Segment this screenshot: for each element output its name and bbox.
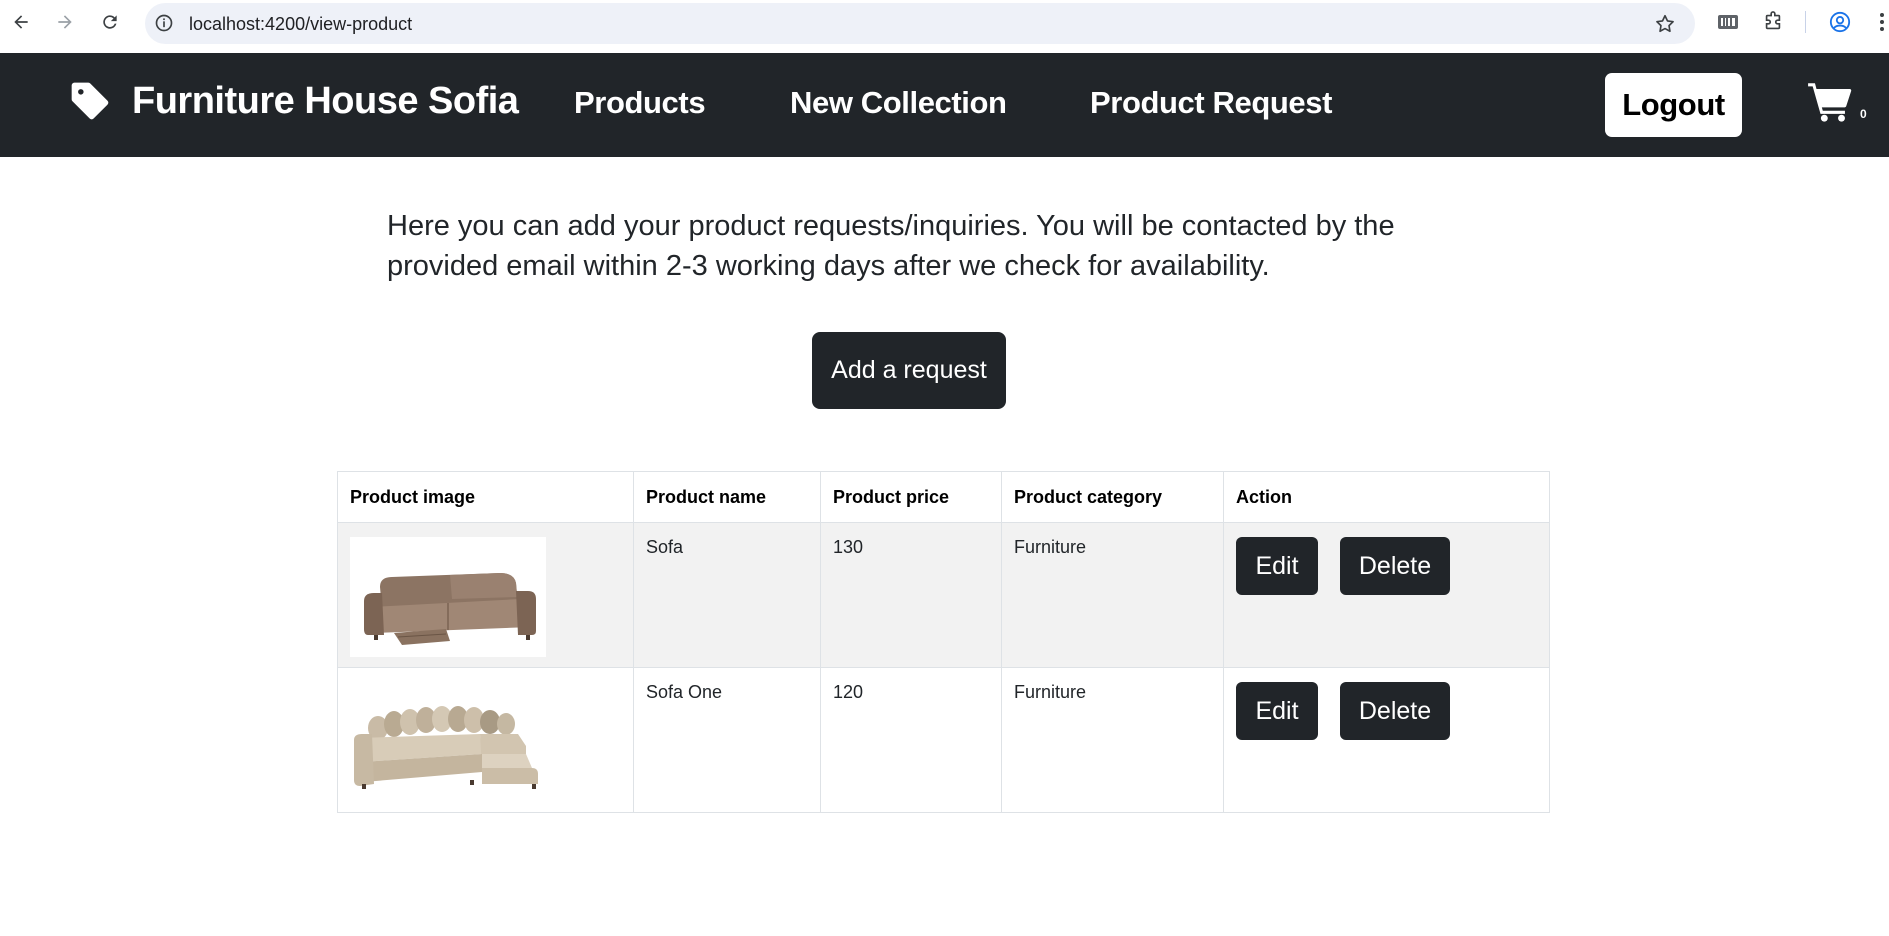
logout-button[interactable]: Logout (1605, 73, 1742, 137)
header-product-category: Product category (1001, 471, 1224, 523)
back-arrow-icon (14, 15, 28, 29)
browser-menu-icon[interactable] (1875, 11, 1889, 33)
cart-count: 0 (1860, 107, 1867, 121)
table-row: Sofa 130 Furniture Edit Delete (337, 522, 1550, 668)
forward-arrow-icon (58, 15, 72, 29)
header-product-price: Product price (820, 471, 1002, 523)
forward-button[interactable] (52, 9, 78, 35)
edit-button[interactable]: Edit (1236, 537, 1318, 595)
table-header-row: Product image Product name Product price… (337, 471, 1550, 523)
nav-link-new-collection[interactable]: New Collection (790, 85, 1007, 121)
corner-sofa-image (350, 682, 546, 802)
app-navbar: Furniture House Sofia Products New Colle… (0, 53, 1889, 157)
reload-button[interactable] (97, 9, 123, 35)
header-product-name: Product name (633, 471, 821, 523)
browser-toolbar: localhost:4200/view-product (0, 0, 1889, 53)
intro-text: Here you can add your product requests/i… (387, 210, 1395, 282)
address-bar[interactable]: localhost:4200/view-product (145, 3, 1695, 44)
product-category-cell: Furniture (1001, 667, 1224, 813)
reload-icon (103, 15, 117, 29)
bookmark-star-icon[interactable] (1654, 13, 1676, 35)
extension-barcode-icon[interactable] (1717, 11, 1739, 33)
nav-link-product-request[interactable]: Product Request (1090, 85, 1332, 121)
product-price-cell: 120 (820, 667, 1002, 813)
tag-icon (71, 82, 109, 120)
site-info-icon[interactable] (154, 13, 174, 33)
header-action: Action (1223, 471, 1550, 523)
add-request-button[interactable]: Add a request (812, 332, 1006, 409)
url-text[interactable]: localhost:4200/view-product (189, 14, 412, 35)
header-product-image: Product image (337, 471, 634, 523)
brand[interactable]: Furniture House Sofia (68, 79, 519, 123)
action-cell: Edit Delete (1223, 667, 1550, 813)
brand-name[interactable]: Furniture House Sofia (132, 80, 519, 123)
product-image-cell (337, 522, 634, 668)
profile-icon[interactable] (1829, 11, 1851, 33)
edit-button[interactable]: Edit (1236, 682, 1318, 740)
nav-link-products[interactable]: Products (574, 85, 706, 121)
shopping-cart-icon (1808, 83, 1852, 122)
back-button[interactable] (8, 9, 34, 35)
product-image-cell (337, 667, 634, 813)
products-table: Product image Product name Product price… (337, 471, 1550, 813)
sofa-recliner-image (350, 537, 546, 657)
product-name-cell: Sofa (633, 522, 821, 668)
product-price-cell: 130 (820, 522, 1002, 668)
delete-button[interactable]: Delete (1340, 682, 1450, 740)
cart-button[interactable]: 0 (1808, 81, 1878, 131)
product-category-cell: Furniture (1001, 522, 1224, 668)
delete-button[interactable]: Delete (1340, 537, 1450, 595)
table-row: Sofa One 120 Furniture Edit Delete (337, 667, 1550, 813)
product-name-cell: Sofa One (633, 667, 821, 813)
toolbar-divider (1805, 11, 1806, 33)
action-cell: Edit Delete (1223, 522, 1550, 668)
extensions-puzzle-icon[interactable] (1762, 11, 1784, 33)
